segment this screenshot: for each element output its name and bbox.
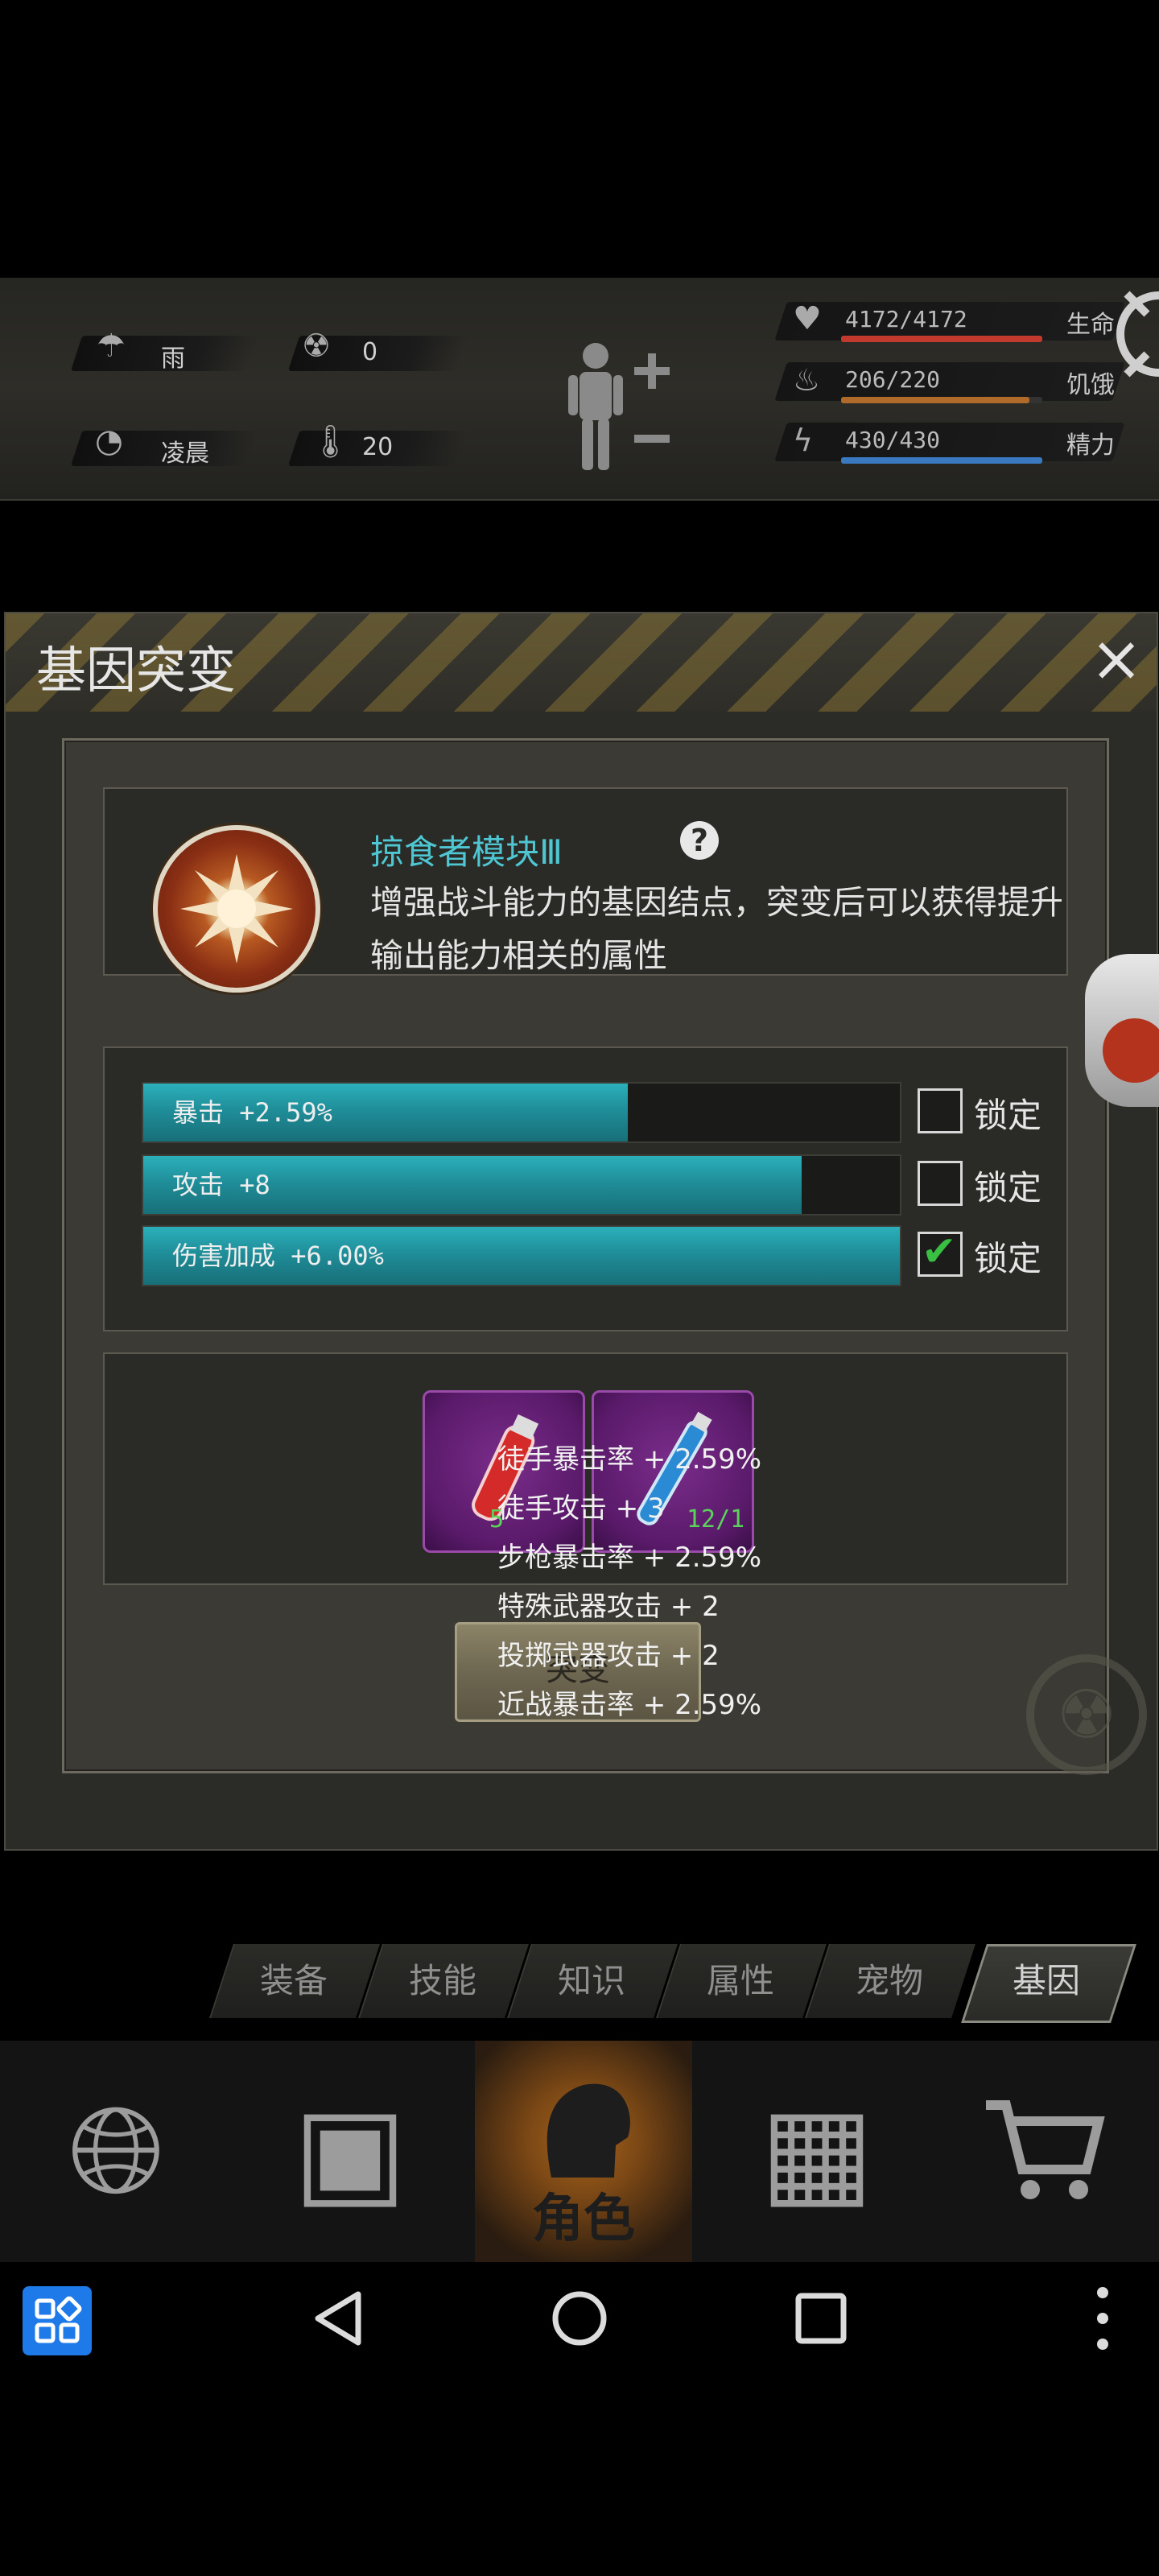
dialog-header: 基因突变 × xyxy=(6,613,1157,712)
nav-world-map[interactable]: 🌐︎ xyxy=(0,2041,233,2262)
tab-skills-label: 技能 xyxy=(408,1961,476,2000)
health-bar-fill xyxy=(841,336,1042,342)
gene-info-panel: 掠食者模块Ⅲ ? 增强战斗能力的基因结点，突变后可以获得提升输出能力相关的属性 xyxy=(103,787,1068,993)
health-value: 4172/4172 xyxy=(845,306,967,332)
lock-checkbox-attack[interactable] xyxy=(918,1161,963,1206)
lock-checkbox-damage[interactable]: ✔ xyxy=(918,1228,963,1277)
nav-character-label: 角色 xyxy=(532,2190,635,2249)
predator-module-icon xyxy=(153,825,320,993)
lightning-icon: ϟ xyxy=(793,423,814,458)
tab-knowledge-label: 知识 xyxy=(557,1961,625,2000)
attribute-tooltip: 徒手暴击率 + 2.59% 徒手攻击 + 3 步枪暴击率 + 2.59% 特殊武… xyxy=(497,1437,787,1735)
energy-bar-fill xyxy=(841,457,1042,464)
back-triangle-icon xyxy=(315,2291,361,2346)
health-bar xyxy=(841,336,1042,342)
tooltip-line: 徒手暴击率 + 2.59% xyxy=(497,1443,762,1476)
radiation-value: 0 xyxy=(362,338,378,366)
stomach-icon: ♨ xyxy=(793,362,821,398)
vertical-dots-icon xyxy=(1097,2287,1108,2350)
hunger-value: 206/220 xyxy=(845,366,941,393)
weather-label: 雨 xyxy=(161,345,185,373)
status-bar: ☂ 雨 ☢ 0 ◔ 凌晨 🌡 20 ♥ 4172/4172 生命 ♨ 206/2… xyxy=(0,278,1159,501)
tooltip-line: 徒手攻击 + 3 xyxy=(497,1492,665,1525)
attribute-text-damage: 伤害加成 +6.00% xyxy=(172,1241,384,1271)
energy-label: 精力 xyxy=(1066,431,1115,460)
gene-description: 增强战斗能力的基因结点，突变后可以获得提升输出能力相关的属性 xyxy=(370,883,1063,975)
system-navigation-bar xyxy=(0,2262,1159,2371)
clock-icon: ◔ xyxy=(95,423,123,460)
lock-label-crit: 锁定 xyxy=(974,1096,1042,1135)
home-button[interactable] xyxy=(539,2278,620,2359)
time-of-day-label: 凌晨 xyxy=(161,440,209,468)
close-button[interactable]: × xyxy=(1080,623,1153,696)
tab-pets-label: 宠物 xyxy=(855,1961,923,2000)
attribute-panel: 暴击 +2.59% 锁定 攻击 +8 锁定 伤害加成 +6.00% ✔ 锁定 xyxy=(103,1046,1068,1331)
energy-bar xyxy=(841,457,1042,464)
body-figure-icon xyxy=(568,343,670,470)
back-button[interactable] xyxy=(298,2278,378,2359)
tab-equipment-label: 装备 xyxy=(259,1961,328,2000)
dialog-title: 基因突变 xyxy=(36,641,237,700)
walkie-talkie-icon: ▦ xyxy=(760,2081,874,2221)
floating-assistant-button[interactable] xyxy=(1085,954,1159,1107)
shopping-cart-icon xyxy=(986,2100,1105,2199)
body-status-button[interactable] xyxy=(555,338,676,475)
app-grid-icon xyxy=(35,2296,82,2343)
energy-value: 430/430 xyxy=(845,427,941,453)
tooltip-line: 投掷武器攻击 + 2 xyxy=(497,1640,720,1672)
thermometer-icon: 🌡 xyxy=(310,423,351,460)
attribute-bar-attack: 攻击 +8 xyxy=(142,1154,901,1216)
radiation-icon: ☢ xyxy=(302,328,331,365)
rain-icon: ☂ xyxy=(97,328,126,365)
home-circle-icon xyxy=(552,2291,607,2346)
attribute-bar-damage: 伤害加成 +6.00% xyxy=(142,1225,901,1286)
help-icon[interactable]: ? xyxy=(680,821,719,860)
nav-inventory[interactable]: ▣ xyxy=(233,2041,467,2262)
nav-character[interactable]: 角色 xyxy=(475,2041,692,2262)
temperature-value: 20 xyxy=(362,433,394,461)
nav-shop[interactable] xyxy=(926,2041,1159,2262)
backpack-icon: ▣ xyxy=(293,2081,407,2221)
lock-label-damage: 锁定 xyxy=(974,1239,1042,1278)
bottom-navigation: 🌐︎ ▣ 角色 ▦ xyxy=(0,2041,1159,2262)
tooltip-line: 特殊武器攻击 + 2 xyxy=(497,1591,720,1623)
hunger-label: 饥饿 xyxy=(1066,371,1115,399)
app-grid-button[interactable] xyxy=(23,2286,92,2355)
lock-checkbox-crit[interactable] xyxy=(918,1088,963,1133)
recents-button[interactable] xyxy=(781,2278,861,2359)
attribute-text-crit: 暴击 +2.59% xyxy=(172,1097,332,1128)
attribute-text-attack: 攻击 +8 xyxy=(172,1170,270,1200)
attribute-bar-crit: 暴击 +2.59% xyxy=(142,1082,901,1143)
hunger-bar xyxy=(841,397,1042,403)
gene-name: 掠食者模块Ⅲ xyxy=(370,832,563,872)
nav-radio[interactable]: ▦ xyxy=(700,2041,934,2262)
tab-attributes-label: 属性 xyxy=(706,1961,774,2000)
character-tabs: 装备 技能 知识 属性 宠物 基因 xyxy=(209,1944,1147,2023)
tooltip-line: 步枪暴击率 + 2.59% xyxy=(497,1542,762,1574)
head-profile-icon xyxy=(547,2083,630,2178)
assistant-face-icon xyxy=(1103,1018,1159,1083)
tab-genes-label: 基因 xyxy=(1012,1961,1080,2000)
radiation-watermark-icon: ☢ xyxy=(1026,1654,1147,1775)
checkmark-icon: ✔ xyxy=(922,1228,957,1276)
more-options-button[interactable] xyxy=(1062,2278,1143,2359)
globe-icon: 🌐︎ xyxy=(68,2081,165,2221)
gear-icon[interactable] xyxy=(1111,278,1159,390)
hunger-bar-fill xyxy=(841,397,1029,403)
heart-icon: ♥ xyxy=(793,300,822,337)
lock-label-attack: 锁定 xyxy=(974,1168,1042,1208)
health-label: 生命 xyxy=(1066,311,1115,339)
tooltip-line: 近战暴击率 + 2.59% xyxy=(497,1689,762,1721)
recents-square-icon xyxy=(795,2293,847,2344)
